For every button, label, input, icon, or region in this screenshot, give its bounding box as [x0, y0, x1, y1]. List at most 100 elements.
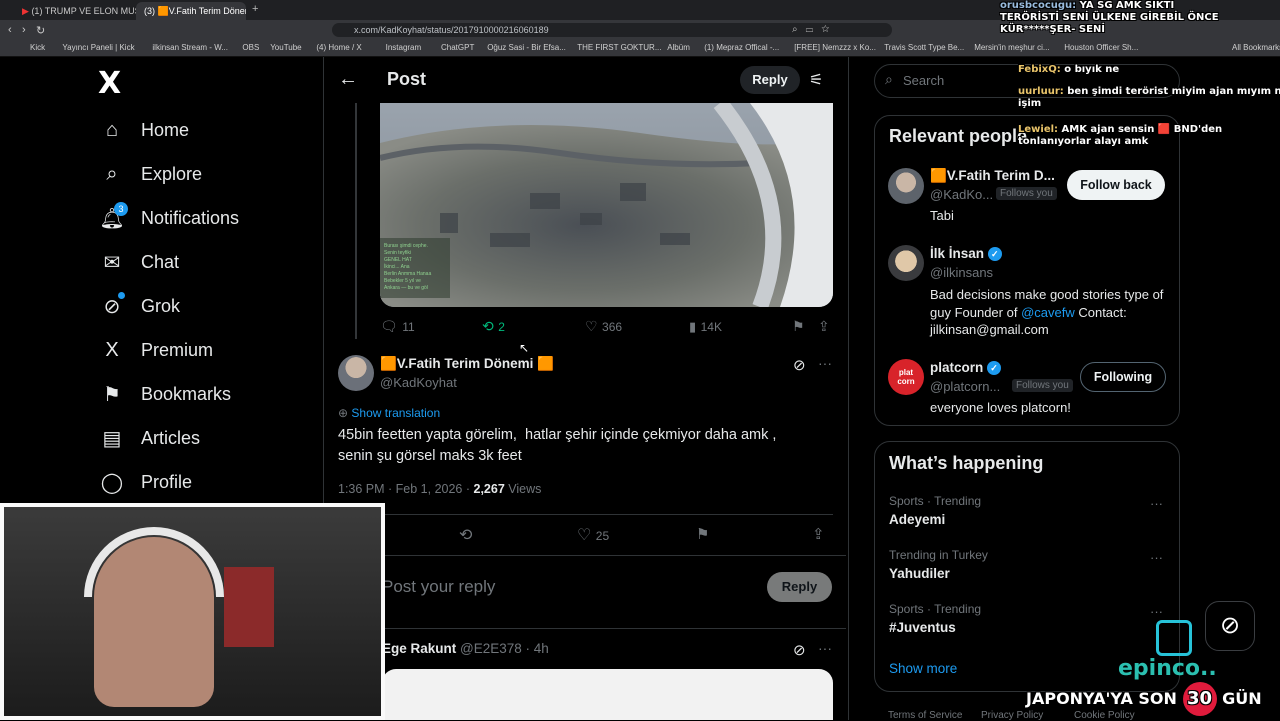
- browser-tab[interactable]: ▶ (1) TRUMP VE ELON MUSK İFŞA OLD: [14, 2, 136, 20]
- bookmark-item[interactable]: YouTube: [270, 41, 301, 55]
- view-count: 14K: [700, 320, 722, 334]
- like-count: 366: [602, 320, 623, 334]
- person-handle[interactable]: @platcorn...: [930, 379, 1000, 394]
- nav-item-label: Articles: [141, 427, 201, 448]
- nav-item-label: Chat: [141, 251, 180, 272]
- bookmark-item[interactable]: Albüm: [667, 41, 690, 55]
- nav-item-articles[interactable]: ▤ Articles: [100, 418, 200, 458]
- show-translation-link[interactable]: ⊕ Show translation: [338, 406, 440, 420]
- avatar[interactable]: [338, 355, 374, 391]
- reply-input[interactable]: Post your reply: [382, 577, 495, 597]
- reply-submit-button[interactable]: Reply: [767, 572, 832, 602]
- nav-item-profile[interactable]: ◯ Profile: [100, 462, 192, 502]
- bookmark-item[interactable]: Kick: [30, 41, 45, 55]
- more-icon[interactable]: ···: [1150, 604, 1163, 619]
- bookmark-item[interactable]: ChatGPT: [441, 41, 474, 55]
- globe-icon: ⊕: [338, 406, 349, 420]
- person-handle[interactable]: @ilkinsans: [930, 265, 993, 280]
- share-icon[interactable]: ⇪: [818, 318, 830, 335]
- like-action[interactable]: ♡ 366: [585, 318, 622, 336]
- person-name-text: platcorn: [930, 360, 984, 375]
- follow-back-button[interactable]: Follow back: [1067, 170, 1165, 200]
- bookmark-item[interactable]: Yayıncı Paneli | Kick: [62, 41, 134, 55]
- nav-item-home[interactable]: ⌂ Home: [100, 110, 189, 150]
- person-name-text: İlk İnsan: [930, 246, 985, 261]
- mail-icon: ✉: [103, 251, 121, 274]
- divider: [324, 628, 846, 629]
- header-reply-button[interactable]: Reply: [740, 66, 800, 94]
- avatar[interactable]: plat corn: [888, 359, 924, 395]
- trend-item[interactable]: Trending in Turkey Yahudiler ···: [875, 548, 1179, 596]
- trend-context: Sports · Trending: [889, 494, 982, 508]
- page-title: Post: [387, 69, 427, 89]
- url-bar-actions[interactable]: ⌕▭☆: [792, 24, 837, 35]
- reply-author-meta: @E2E378 · 4h: [460, 641, 549, 656]
- trend-name: Yahudiler: [889, 566, 950, 581]
- person-name[interactable]: İlk İnsan ✓: [930, 246, 1002, 262]
- grok-icon[interactable]: ⊘: [793, 356, 806, 374]
- repost-icon[interactable]: ⟲: [459, 525, 472, 545]
- back-arrow-icon[interactable]: ←: [338, 68, 358, 91]
- bookmark-item[interactable]: ilkinsan Stream - W...: [152, 41, 228, 55]
- person-name[interactable]: platcorn ✓: [930, 360, 1002, 376]
- nav-item-grok[interactable]: ⊘ Grok: [100, 286, 180, 326]
- reply-action[interactable]: 🗨 11: [380, 318, 415, 336]
- more-icon[interactable]: ···: [1150, 550, 1163, 565]
- bookmark-item[interactable]: Oğuz Sasi - Bir Efsa...: [487, 41, 566, 55]
- more-icon[interactable]: ···: [818, 640, 832, 656]
- footer-link[interactable]: Terms of Service: [888, 710, 962, 721]
- forward-arrow-icon[interactable]: ›: [22, 24, 26, 36]
- chat-user: uurluur:: [1018, 86, 1064, 97]
- browser-tab-active[interactable]: (3) 🟧V.Fatih Terim Dönemi 🟧: [136, 2, 246, 20]
- nav-item-chat[interactable]: ✉ Chat: [100, 242, 179, 282]
- nav-item-bookmarks[interactable]: ⚑ Bookmarks: [100, 374, 231, 414]
- nav-item-label: Bookmarks: [141, 383, 232, 404]
- all-bookmarks-link[interactable]: All Bookmarks: [1232, 41, 1280, 55]
- bookmark-icon[interactable]: ⚑: [696, 525, 709, 543]
- views-action[interactable]: ▮ 14K: [689, 318, 722, 336]
- bio-link[interactable]: @cavefw: [1021, 305, 1075, 320]
- tweet-time[interactable]: 1:36 PM · Feb 1, 2026 ·: [338, 482, 474, 496]
- bookmark-item[interactable]: [FREE] Nemzzz x Ko...: [794, 41, 876, 55]
- grok-floating-button[interactable]: ⊘: [1205, 601, 1255, 651]
- bookmark-item[interactable]: Instagram: [386, 41, 422, 55]
- bookmark-item[interactable]: Travis Scott Type Be...: [884, 41, 964, 55]
- bookmark-item[interactable]: THE FIRST GOKTUR...: [577, 41, 661, 55]
- x-logo-icon[interactable]: X: [98, 66, 121, 101]
- tweet-author-handle[interactable]: @KadKoyhat: [380, 375, 457, 390]
- grok-icon[interactable]: ⊘: [793, 641, 806, 659]
- bookmark-item[interactable]: Mersin'in meşhur ci...: [974, 41, 1049, 55]
- following-button[interactable]: Following: [1080, 362, 1166, 392]
- repost-icon: ⟲: [482, 318, 494, 334]
- bookmark-item[interactable]: (4) Home / X: [316, 41, 361, 55]
- avatar[interactable]: [888, 245, 924, 281]
- back-arrow-icon[interactable]: ‹: [8, 24, 12, 36]
- parent-tweet-actions: 🗨 11 ⟲ 2 ♡ 366 ▮ 14K ⚑ ⇪: [380, 318, 835, 336]
- like-count: 25: [595, 529, 610, 543]
- repost-action[interactable]: ⟲ 2: [482, 318, 505, 336]
- tweet-author-name[interactable]: 🟧V.Fatih Terim Dönemi 🟧: [380, 356, 554, 372]
- show-more-link[interactable]: Show more: [889, 661, 957, 676]
- reply-author[interactable]: Ege Rakunt @E2E378 · 4h: [382, 641, 549, 656]
- bookmark-item[interactable]: (1) Mepraz Offical -...: [704, 41, 779, 55]
- person-name[interactable]: 🟧V.Fatih Terim D...: [930, 168, 1055, 184]
- reply-media-image[interactable]: [382, 669, 833, 720]
- bookmark-icon[interactable]: ⚑: [792, 318, 805, 335]
- avatar[interactable]: [888, 168, 924, 204]
- tweet-media-image[interactable]: Burası şimdi cephe. Senin teyfiki GENEL …: [380, 103, 833, 307]
- share-icon[interactable]: ⇪: [812, 525, 825, 543]
- new-tab-button[interactable]: +: [252, 3, 258, 15]
- nav-item-explore[interactable]: ⌕ Explore: [100, 154, 202, 194]
- trend-item[interactable]: Sports · Trending Adeyemi ···: [875, 494, 1179, 542]
- more-icon[interactable]: ···: [1150, 496, 1163, 511]
- like-action[interactable]: ♡ 25: [577, 525, 609, 545]
- reload-icon[interactable]: ↻: [36, 24, 45, 37]
- nav-item-notifications[interactable]: 🔔︎ 3 Notifications: [99, 198, 239, 238]
- more-icon[interactable]: ···: [818, 355, 832, 371]
- filter-sliders-icon[interactable]: ⚟: [809, 70, 823, 90]
- person-handle[interactable]: @KadKo...: [930, 187, 993, 202]
- nav-item-premium[interactable]: X Premium: [100, 330, 213, 370]
- trend-name: Adeyemi: [889, 512, 946, 527]
- bookmark-item[interactable]: OBS: [242, 41, 259, 55]
- bookmark-item[interactable]: Houston Officer Sh...: [1064, 41, 1138, 55]
